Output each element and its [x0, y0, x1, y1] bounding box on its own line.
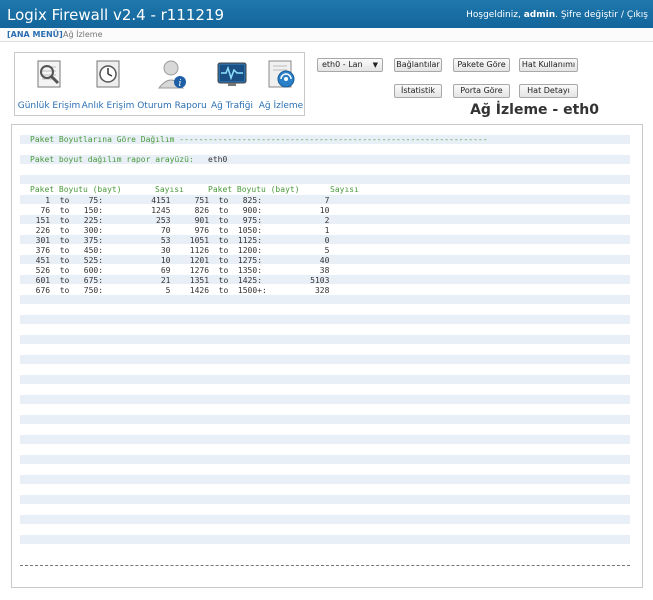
realtime-icon [96, 60, 120, 88]
table-row: 526 to 600: 69 1276 to 1350: 38 [26, 266, 330, 275]
change-password-link[interactable]: Şifre değiştir [561, 10, 618, 20]
interface-select-value: eth0 - Lan [322, 60, 363, 69]
user-info-icon: i [157, 60, 186, 89]
connections-button[interactable]: Bağlantılar [394, 58, 442, 72]
row-stripe [20, 455, 630, 464]
nav-traffic-label: Ağ Trafiği [210, 101, 253, 111]
row-stripe [20, 435, 630, 444]
table-row: 151 to 225: 253 901 to 975: 2 [26, 216, 330, 225]
breadcrumb-separator: › [56, 30, 60, 39]
interface-label: Paket boyut dağılım rapor arayüzü: [30, 155, 194, 164]
page-title: Ağ İzleme - eth0 [470, 102, 599, 118]
table-row: 376 to 450: 30 1126 to 1200: 5 [26, 246, 330, 255]
row-stripe [20, 475, 630, 484]
user-bar: Hoşgeldiniz, admin. Şifre değiştir / Çık… [466, 10, 648, 20]
col-header-size-1: Paket Boyutu (bayt) [30, 185, 122, 194]
row-stripe [20, 175, 630, 184]
line-usage-button[interactable]: Hat Kullanımı [519, 58, 578, 72]
row-stripe [20, 395, 630, 404]
table-row: 676 to 750: 5 1426 to 1500+: 328 [26, 286, 330, 295]
row-stripe [20, 495, 630, 504]
row-stripe [20, 535, 630, 544]
line-detail-button[interactable]: Hat Detayı [519, 84, 578, 98]
col-header-size-2: Paket Boyutu (bayt) [208, 185, 300, 194]
row-stripe [20, 375, 630, 384]
statistics-button[interactable]: İstatistik [394, 84, 442, 98]
user-bar-separator: / [620, 10, 624, 20]
report-panel: Paket Boyutlarına Göre Dağılım ---------… [11, 124, 643, 588]
nav-daily-log-button[interactable]: Günlük Erişim [15, 53, 83, 115]
col-header-count-2: Sayısı [330, 185, 359, 194]
by-port-button[interactable]: Porta Göre [453, 84, 510, 98]
interface-select[interactable]: eth0 - Lan ▼ [317, 58, 383, 72]
nav-traffic-button[interactable]: Ağ Trafiği [207, 53, 257, 115]
table-row: 226 to 300: 70 976 to 1050: 1 [26, 226, 330, 235]
interface-value: eth0 [208, 155, 228, 164]
welcome-text: Hoşgeldiniz, [466, 10, 521, 20]
row-stripe [20, 355, 630, 364]
row-stripe [20, 295, 630, 304]
network-monitor-icon [268, 60, 295, 88]
breadcrumb-current: Ağ İzleme [63, 30, 103, 39]
nav-session-report-label: Oturum Raporu [137, 101, 207, 111]
nav-network-monitor-button[interactable]: Ağ İzleme [257, 53, 305, 115]
table-row: 301 to 375: 53 1051 to 1125: 0 [26, 236, 330, 245]
row-stripe [20, 515, 630, 524]
table-row: 76 to 150: 1245 826 to 900: 10 [26, 206, 330, 215]
by-packet-button[interactable]: Pakete Göre [453, 58, 510, 72]
report-heading: Paket Boyutlarına Göre Dağılım ---------… [30, 135, 488, 144]
chevron-down-icon: ▼ [372, 61, 378, 69]
report-footer-divider [20, 565, 630, 566]
logout-link[interactable]: Çıkış [627, 10, 648, 20]
breadcrumb-home-link[interactable]: [ANA MENÜ] [7, 30, 63, 39]
nav-daily-log-label: Günlük Erişim [17, 101, 81, 111]
row-stripe [20, 315, 630, 324]
table-row: 1 to 75: 4151 751 to 825: 7 [26, 196, 330, 205]
row-stripe [20, 415, 630, 424]
table-row: 451 to 525: 10 1201 to 1275: 40 [26, 256, 330, 265]
daily-log-icon [37, 60, 61, 88]
breadcrumb: [ANA MENÜ] › Ağ İzleme [0, 28, 653, 42]
monitor-icon [217, 62, 247, 86]
nav-icon-panel: Günlük Erişim Anlık Erişim i Oturum Rapo… [14, 52, 305, 116]
table-row: 601 to 675: 21 1351 to 1425: 5103 [26, 276, 330, 285]
app-title: Logix Firewall v2.4 - r111219 [7, 6, 225, 24]
row-stripe [20, 335, 630, 344]
svg-text:i: i [179, 79, 182, 89]
nav-session-report-button[interactable]: i Oturum Raporu [137, 53, 207, 115]
nav-realtime-button[interactable]: Anlık Erişim [79, 53, 137, 115]
nav-realtime-label: Anlık Erişim [81, 101, 135, 111]
top-bar: Logix Firewall v2.4 - r111219 Hoşgeldini… [0, 0, 653, 28]
col-header-count-1: Sayısı [155, 185, 184, 194]
nav-network-monitor-label: Ağ İzleme [258, 101, 304, 111]
username: admin [523, 10, 556, 20]
